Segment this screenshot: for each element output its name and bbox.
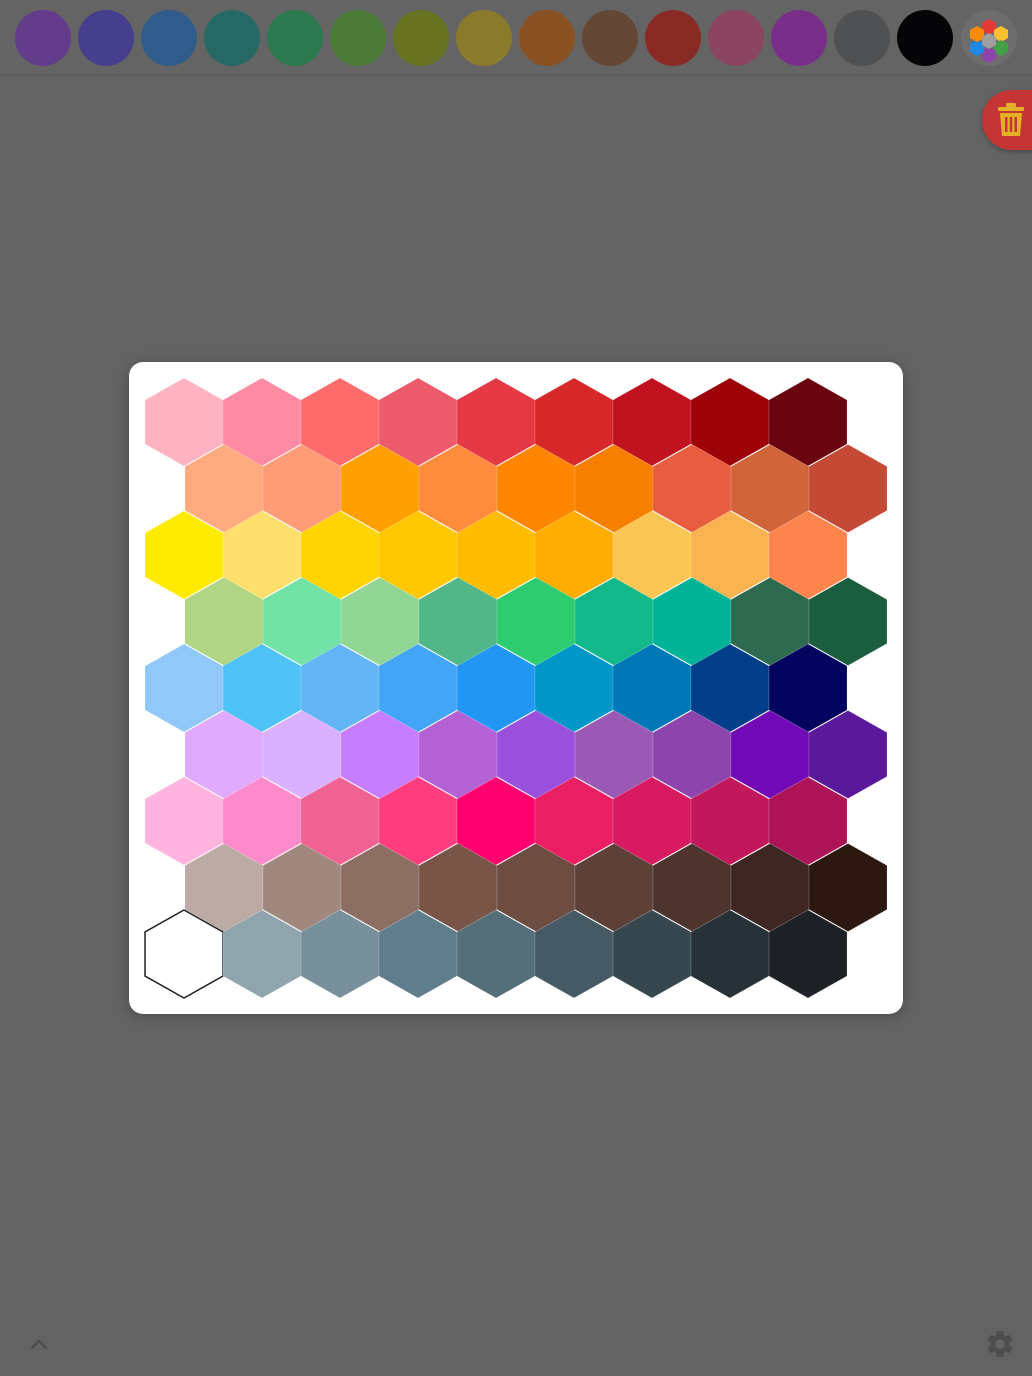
swatch-gray[interactable]	[834, 10, 890, 66]
color-toolbar	[0, 0, 1032, 74]
swatch-indigo[interactable]	[78, 10, 134, 66]
swatch-orange-brown[interactable]	[519, 10, 575, 66]
chevron-up-icon[interactable]	[26, 1332, 52, 1356]
swatch-teal[interactable]	[204, 10, 260, 66]
swatch-olive-green[interactable]	[330, 10, 386, 66]
swatch-magenta[interactable]	[771, 10, 827, 66]
hex-color-grid	[144, 377, 888, 999]
trash-icon	[998, 103, 1024, 136]
hexagon-palette-icon	[970, 19, 1008, 63]
trash-button[interactable]	[982, 90, 1032, 150]
swatch-brown[interactable]	[582, 10, 638, 66]
gear-icon[interactable]	[984, 1328, 1016, 1360]
swatch-olive[interactable]	[393, 10, 449, 66]
swatch-black[interactable]	[897, 10, 953, 66]
color-picker-dialog	[129, 362, 903, 1014]
swatch-rose[interactable]	[708, 10, 764, 66]
swatch-mustard[interactable]	[456, 10, 512, 66]
swatch-green[interactable]	[267, 10, 323, 66]
swatch-red[interactable]	[645, 10, 701, 66]
swatch-blue[interactable]	[141, 10, 197, 66]
swatch-purple[interactable]	[15, 10, 71, 66]
palette-button[interactable]	[961, 10, 1017, 66]
